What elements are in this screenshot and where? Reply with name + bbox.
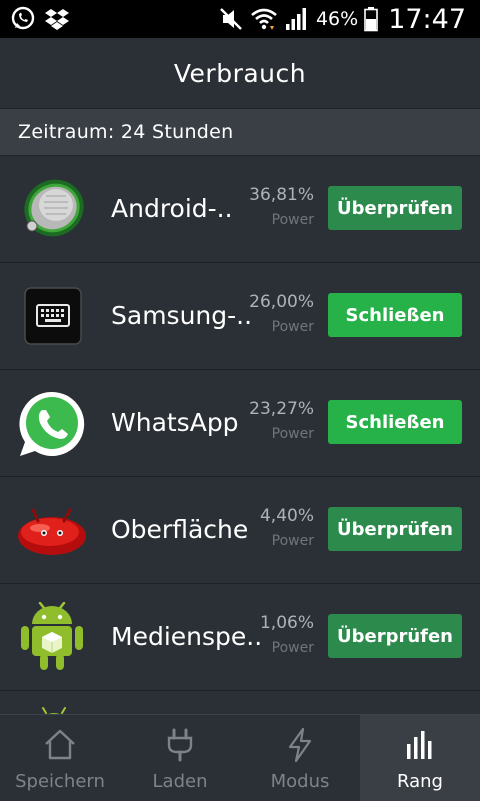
usage-unit: Power [271,319,314,335]
nav-label: Modus [270,770,330,792]
samsung-keyboard-icon [24,287,82,345]
dropbox-icon [45,9,69,30]
app-name: Android-.. [111,194,233,223]
app-name: Oberfläche [111,515,249,544]
usage-percent: 23,27% [249,399,314,419]
battery-icon [364,7,378,32]
usage-percent: 26,00% [249,292,314,312]
whatsapp-icon [19,391,85,456]
usage-percent: 1,06% [259,613,314,633]
list-item[interactable]: WhatsApp 23,27% Power Schließen [0,370,480,477]
clock: 17:47 [388,3,466,35]
jellybean-icon [18,508,86,555]
list-item[interactable]: Medienspe.. 1,06% Power Überprüfen [0,584,480,691]
signal-icon [285,8,306,30]
android-robot-icon [21,602,83,670]
nav-item-modus[interactable]: Modus [240,715,360,801]
battery-percent: 46% [315,8,359,30]
period-header: Zeitraum: 24 Stunden [0,109,480,156]
app-name: WhatsApp [111,408,239,437]
plug-icon [167,728,193,761]
whatsapp-icon [11,6,35,30]
list-item[interactable]: Samsung-.. 26,00% Power Schließen [0,263,480,370]
usage-unit: Power [271,426,314,442]
app-name: Medienspe.. [111,622,263,651]
usage-unit: Power [271,212,314,228]
nav-item-rang[interactable]: Rang [360,715,480,801]
nav-label: Laden [152,770,208,792]
home-icon [45,729,75,759]
period-label: Zeitraum: 24 Stunden [18,121,234,143]
nav-item-speichern[interactable]: Speichern [0,715,120,801]
close-button[interactable]: Schließen [328,293,462,337]
nav-label: Speichern [15,770,105,792]
list-item[interactable]: Android-.. 36,81% Power Überprüfen [0,156,480,263]
lightning-icon [288,727,312,762]
list-item[interactable]: Oberfläche 4,40% Power Überprüfen [0,477,480,584]
page-title: Verbrauch [173,58,307,88]
status-bar: 46% 17:47 [0,0,480,38]
usage-percent: 36,81% [249,185,314,205]
list-item-partial [0,691,480,714]
check-button[interactable]: Überprüfen [328,614,462,658]
check-button[interactable]: Überprüfen [328,186,462,230]
mute-icon [220,8,242,30]
usage-list: Android-.. 36,81% Power Überprüfen Samsu… [0,156,480,714]
app-name: Samsung-.. [111,301,253,330]
app-bar: Verbrauch [0,38,480,109]
nav-item-laden[interactable]: Laden [120,715,240,801]
android-robot-icon [42,707,66,714]
wifi-icon [251,8,277,30]
usage-percent: 4,40% [259,506,314,526]
android-system-icon [24,179,84,237]
bottom-nav: Speichern Laden Modus Rang [0,714,480,801]
close-button[interactable]: Schließen [328,400,462,444]
check-button[interactable]: Überprüfen [328,507,462,551]
usage-unit: Power [271,640,314,656]
usage-unit: Power [271,533,314,549]
bar-chart-icon [407,730,432,759]
nav-label: Rang [397,770,443,792]
